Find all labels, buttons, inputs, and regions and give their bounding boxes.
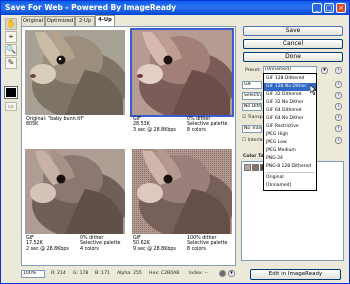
edit-in-imageready-button[interactable]: Edit in ImageReady (250, 269, 341, 280)
palette-select[interactable]: Selective (242, 92, 262, 100)
preset-option[interactable]: Original (264, 174, 316, 182)
pane-filesize: 805K (26, 122, 39, 128)
cancel-button[interactable]: Cancel (243, 39, 343, 49)
save-for-web-window: Save For Web - Powered By ImageReady _ □… (0, 0, 350, 284)
preset-option[interactable]: JPEG High (264, 131, 316, 139)
optimize-menu-icon[interactable]: › (335, 67, 342, 74)
browser-preview-icon[interactable] (219, 270, 226, 277)
settings-arrow-icon[interactable]: › (335, 103, 342, 110)
settings-arrow-icon[interactable]: › (335, 125, 342, 132)
bunny-image (132, 149, 232, 234)
maximize-button[interactable]: □ (324, 3, 334, 13)
pane-colors: 4 colors (80, 246, 99, 252)
color-chip[interactable] (244, 164, 251, 171)
preset-option[interactable]: [Unnamed] (264, 182, 316, 190)
dither-select[interactable]: No Dither (242, 103, 262, 111)
chevron-down-icon[interactable]: ▾ (321, 67, 328, 74)
color-table-title: Color Ta (243, 154, 264, 159)
browser-menu-icon[interactable]: ▾ (228, 270, 235, 277)
preview-pane-optimized-2[interactable]: GIF 17.52K 2 sec @ 28.8Kbps 0% dither Selec… (23, 147, 127, 265)
menu-separator (266, 172, 314, 173)
preset-label: Preset: (245, 68, 261, 73)
done-button[interactable]: Done (243, 52, 343, 62)
zoom-tool-icon[interactable]: 🔍 (5, 44, 17, 56)
alpha-readout: Alpha: 255 (117, 271, 142, 276)
settings-arrow-icon[interactable]: › (335, 92, 342, 99)
settings-arrow-icon[interactable]: › (335, 81, 342, 88)
color-chip[interactable] (252, 164, 259, 171)
toolbox: ✋ ⌖ 🔍 ✎ ▭ (4, 18, 18, 114)
slice-select-tool-icon[interactable]: ⌖ (5, 31, 17, 43)
preview-pane-optimized-3[interactable]: GIF 50.62K 9 sec @ 28.8Kbps 100% dither Sel… (130, 147, 234, 265)
interlaced-checkbox[interactable]: ☐ Interlac (242, 138, 265, 143)
blue-readout: B: 171 (95, 271, 110, 276)
eyedropper-color-swatch[interactable] (4, 86, 18, 99)
preset-option[interactable]: GIF 128 Dithered (264, 75, 316, 83)
bunny-image (130, 28, 234, 117)
zoom-select[interactable]: 100% (21, 270, 45, 278)
preset-option[interactable]: GIF 32 Dithered (264, 91, 316, 99)
index-readout: Index: -- (189, 271, 208, 276)
bunny-image (25, 30, 125, 115)
pane-colors: 8 colors (187, 127, 206, 133)
save-button[interactable]: Save (243, 26, 343, 36)
tab-original[interactable]: Original (21, 16, 45, 26)
bunny-image (25, 149, 125, 234)
title-bar: Save For Web - Powered By ImageReady _ □… (1, 1, 349, 15)
preset-option-highlighted[interactable]: GIF 128 No Dither (264, 83, 316, 91)
preset-option[interactable]: GIF 64 No Dither (264, 115, 316, 123)
hex-readout: Hex: C2B0AB (149, 271, 180, 276)
preview-pane-optimized-1[interactable]: GIF 28.53K 3 sec @ 28.8Kbps 0% dither Selec… (130, 28, 234, 146)
tab-optimized[interactable]: Optimized (45, 16, 75, 26)
preset-option[interactable]: GIF 32 No Dither (264, 99, 316, 107)
toggle-slices-icon[interactable]: ▭ (5, 102, 17, 111)
status-bar: 100% R: 214 G: 178 B: 171 Alpha: 255 Hex… (21, 269, 236, 279)
minimize-button[interactable]: _ (312, 3, 322, 13)
pane-download-time: 2 sec @ 28.8Kbps (26, 246, 69, 252)
preset-option[interactable]: JPEG Low (264, 139, 316, 147)
preset-option[interactable]: JPEG Medium (264, 147, 316, 155)
tab-2-up[interactable]: 2-Up (75, 16, 95, 26)
preview-area: Original: "baby bunn.tif" 805K GIF 28.53… (21, 26, 236, 266)
settings-arrow-icon[interactable]: › (335, 114, 342, 121)
red-readout: R: 214 (51, 271, 66, 276)
preset-option[interactable]: PNG-24 (264, 155, 316, 163)
green-readout: G: 178 (73, 271, 89, 276)
settings-arrow-icon[interactable]: › (335, 137, 342, 144)
pane-palette: Selective palette (187, 122, 228, 128)
format-select[interactable]: GIF (242, 81, 262, 89)
matte-select[interactable]: No Transp (242, 125, 262, 133)
preset-option[interactable]: GIF 64 Dithered (264, 107, 316, 115)
transparency-checkbox[interactable]: ☑ Transpa (242, 115, 265, 120)
window-title: Save For Web - Powered By ImageReady (5, 3, 177, 12)
mouse-cursor-icon (310, 85, 317, 95)
pane-palette: Selective palette (187, 241, 228, 247)
eyedropper-tool-icon[interactable]: ✎ (5, 57, 17, 69)
close-button[interactable]: × (336, 3, 346, 13)
pane-download-time: 9 sec @ 28.8Kbps (133, 246, 176, 252)
pane-download-time: 3 sec @ 28.8Kbps (133, 127, 176, 133)
tab-4-up[interactable]: 4-Up (95, 15, 115, 26)
preview-pane-original[interactable]: Original: "baby bunn.tif" 805K (23, 28, 127, 146)
preset-option[interactable]: PNG-8 128 Dithered (264, 163, 316, 171)
preset-dropdown-menu: GIF 128 Dithered GIF 128 No Dither GIF 3… (263, 73, 317, 191)
preset-option[interactable]: GIF Restrictive (264, 123, 316, 131)
hand-tool-icon[interactable]: ✋ (5, 18, 17, 30)
pane-palette: Selective palette (80, 241, 121, 247)
pane-colors: 8 colors (187, 246, 206, 252)
